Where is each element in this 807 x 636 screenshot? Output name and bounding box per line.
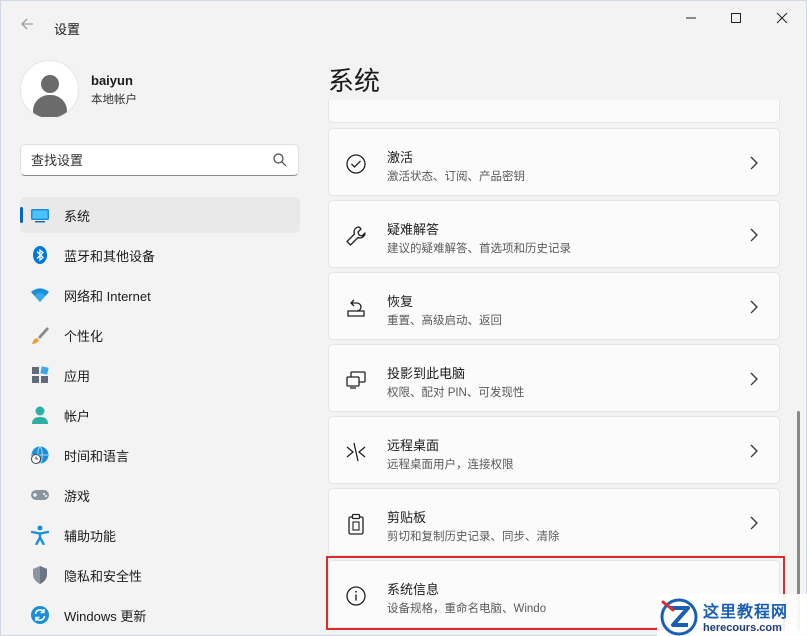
sidebar-item-bluetooth[interactable]: 蓝牙和其他设备	[20, 237, 300, 273]
user-name: baiyun	[91, 72, 133, 88]
wrench-icon	[346, 226, 366, 246]
minimize-button[interactable]	[676, 9, 706, 31]
accessibility-icon	[30, 525, 50, 545]
card-troubleshoot[interactable]: 疑难解答 建议的疑难解答、首选项和历史记录	[328, 200, 780, 268]
sidebar-item-network[interactable]: 网络和 Internet	[20, 277, 300, 313]
project-icon	[346, 371, 366, 389]
sidebar-item-label: 系统	[64, 208, 91, 224]
system-display-icon	[30, 205, 50, 225]
sidebar-item-accessibility[interactable]: 辅助功能	[20, 517, 300, 553]
app-title: 设置	[54, 22, 81, 37]
card-subtitle: 建议的疑难解答、首选项和历史记录	[387, 243, 571, 255]
chevron-right-icon	[750, 444, 758, 458]
sidebar-item-personalization[interactable]: 个性化	[20, 317, 300, 353]
sidebar-item-label: 蓝牙和其他设备	[64, 248, 156, 264]
sidebar-nav: 系统 蓝牙和其他设备 网络和 Internet 个性化 应用 帐户 时间和语言 …	[20, 197, 300, 636]
sidebar-item-gaming[interactable]: 游戏	[20, 477, 300, 513]
bluetooth-icon	[30, 245, 50, 265]
shield-icon	[30, 565, 50, 585]
card-remote-desktop[interactable]: 远程桌面 远程桌面用户，连接权限	[328, 416, 780, 484]
card-subtitle: 权限、配对 PIN、可发现性	[387, 387, 525, 399]
recovery-icon	[347, 299, 365, 317]
sidebar-item-label: Windows 更新	[64, 608, 147, 624]
page-title: 系统	[328, 66, 381, 96]
card-title: 投影到此电脑	[387, 366, 466, 381]
sidebar-item-label: 隐私和安全性	[64, 568, 143, 584]
sidebar-item-label: 帐户	[64, 408, 91, 424]
card-recovery[interactable]: 恢复 重置、高级启动、返回	[328, 272, 780, 340]
sidebar-item-label: 个性化	[64, 328, 104, 344]
globe-clock-icon	[30, 445, 50, 465]
card-title: 剪贴板	[387, 510, 427, 525]
sidebar-item-apps[interactable]: 应用	[20, 357, 300, 393]
site-logo-icon	[660, 598, 698, 635]
sidebar-item-label: 时间和语言	[64, 448, 130, 464]
chevron-right-icon	[750, 372, 758, 386]
search-icon[interactable]	[272, 152, 288, 168]
sidebar-item-privacy[interactable]: 隐私和安全性	[20, 557, 300, 593]
sidebar-item-windows-update[interactable]: Windows 更新	[20, 597, 300, 633]
apps-icon	[30, 365, 50, 385]
watermark-title: 这里教程网	[703, 601, 789, 621]
card-clipboard[interactable]: 剪贴板 剪切和复制历史记录、同步、清除	[328, 488, 780, 556]
minimize-icon	[686, 17, 696, 19]
card-stub	[328, 100, 780, 123]
brush-icon	[30, 325, 50, 345]
chevron-right-icon	[750, 516, 758, 530]
card-subtitle: 远程桌面用户，连接权限	[387, 459, 514, 471]
chevron-right-icon	[750, 300, 758, 314]
user-profile[interactable]: baiyun 本地帐户	[20, 60, 137, 119]
card-activation[interactable]: 激活 激活状态、订阅、产品密钥	[328, 128, 780, 196]
card-subtitle: 重置、高级启动、返回	[387, 315, 502, 327]
gamepad-icon	[30, 485, 50, 505]
maximize-icon	[731, 13, 741, 23]
sidebar-item-system[interactable]: 系统	[20, 197, 300, 233]
sidebar-item-time-language[interactable]: 时间和语言	[20, 437, 300, 473]
wifi-icon	[30, 285, 50, 305]
card-subtitle: 剪切和复制历史记录、同步、清除	[387, 531, 560, 543]
back-button[interactable]	[15, 15, 39, 39]
title-bar: 设置	[1, 1, 807, 51]
sidebar-item-label: 网络和 Internet	[64, 288, 151, 304]
card-title: 恢复	[387, 294, 414, 309]
remote-desktop-icon	[346, 442, 366, 462]
search-input[interactable]	[21, 145, 261, 175]
card-title: 激活	[387, 150, 414, 165]
back-arrow-icon	[21, 18, 33, 30]
sidebar-item-label: 应用	[64, 368, 91, 384]
check-circle-icon	[346, 154, 366, 174]
chevron-right-icon	[750, 228, 758, 242]
account-type: 本地帐户	[91, 93, 137, 106]
watermark: 这里教程网 herecours.com	[657, 594, 807, 636]
avatar	[20, 60, 79, 119]
card-title: 远程桌面	[387, 438, 440, 453]
search-box[interactable]	[20, 144, 299, 176]
sidebar-item-label: 游戏	[64, 488, 91, 504]
sidebar-item-label: 辅助功能	[64, 528, 117, 544]
watermark-url: herecours.com	[703, 621, 782, 634]
card-title: 疑难解答	[387, 222, 440, 237]
clipboard-icon	[348, 513, 364, 535]
chevron-right-icon	[750, 156, 758, 170]
close-button[interactable]	[767, 9, 797, 31]
account-icon	[30, 405, 50, 425]
card-subtitle: 激活状态、订阅、产品密钥	[387, 171, 525, 183]
sidebar-item-accounts[interactable]: 帐户	[20, 397, 300, 433]
close-icon	[776, 12, 788, 24]
card-project-to-pc[interactable]: 投影到此电脑 权限、配对 PIN、可发现性	[328, 344, 780, 412]
update-icon	[30, 605, 50, 625]
maximize-button[interactable]	[721, 9, 751, 31]
